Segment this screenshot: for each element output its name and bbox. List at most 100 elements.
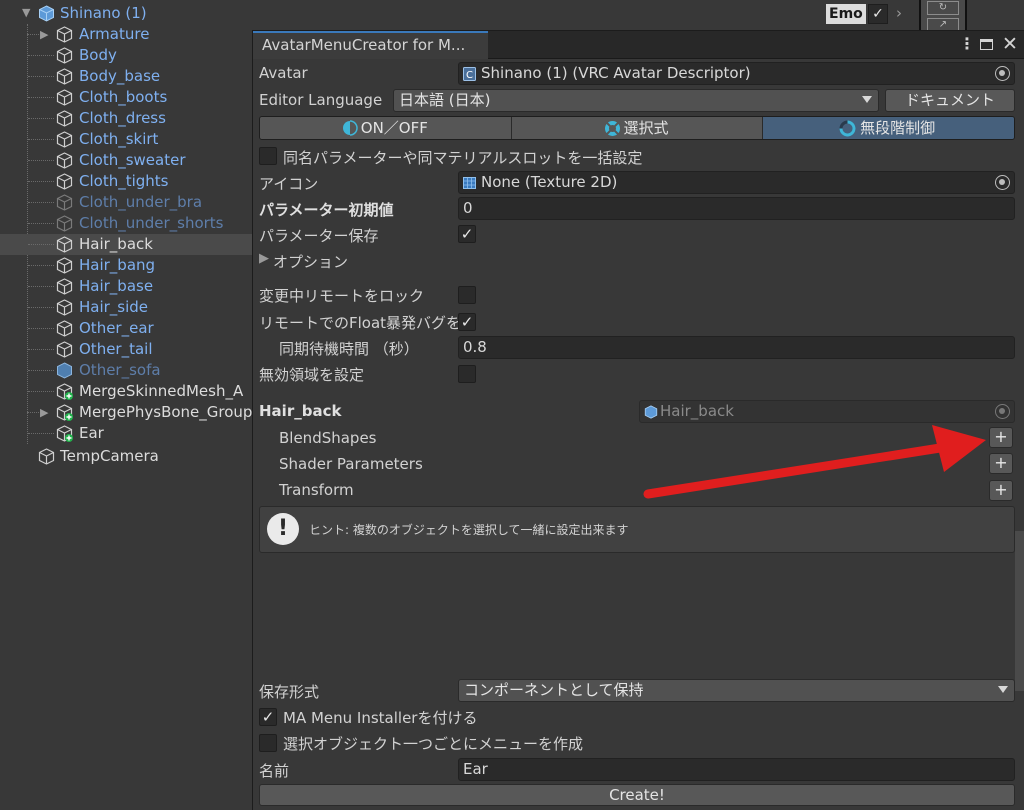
- create-button[interactable]: Create!: [259, 784, 1015, 806]
- texture-icon: [463, 177, 476, 189]
- shader-params-label: Shader Parameters: [279, 455, 423, 473]
- hierarchy-item-label: Hair_back: [79, 235, 153, 253]
- tree-connector: [28, 181, 54, 182]
- prefab-cube-icon: [39, 5, 54, 22]
- hierarchy-item-label: MergeSkinnedMesh_A: [79, 382, 244, 400]
- object-picker-icon[interactable]: [995, 404, 1010, 419]
- expand-arrow-icon[interactable]: ▼: [22, 6, 30, 19]
- window-tab[interactable]: AvatarMenuCreator for M...: [253, 31, 488, 59]
- gameobject-cube-icon: [56, 26, 73, 43]
- maximize-icon[interactable]: [980, 39, 993, 50]
- tree-connector: [28, 370, 54, 371]
- per-object-menu-checkbox[interactable]: [259, 734, 277, 752]
- hierarchy-item-label: Cloth_tights: [79, 172, 169, 190]
- options-foldout-arrow-icon[interactable]: ▶: [259, 251, 269, 266]
- tree-connector: [28, 433, 54, 434]
- options-foldout-label[interactable]: オプション: [273, 251, 348, 272]
- expand-arrow-icon[interactable]: ▶: [40, 406, 48, 419]
- hierarchy-item-label: Other_sofa: [79, 361, 161, 379]
- bulk-setting-checkbox[interactable]: [259, 147, 277, 165]
- name-input[interactable]: Ear: [458, 758, 1015, 781]
- hierarchy-item-label: Cloth_skirt: [79, 130, 159, 148]
- tree-connector: [28, 286, 54, 287]
- gameobject-cube-icon: [56, 257, 73, 274]
- sync-wait-label: 同期待機時間 （秒）: [279, 340, 419, 358]
- gameobject-cube-icon: [56, 110, 73, 127]
- hint-box: ! ヒント: 複数のオブジェクトを選択して一緒に設定出来ます: [259, 506, 1015, 553]
- hierarchy-item-label: Armature: [79, 25, 150, 43]
- select-mode-icon: [604, 121, 620, 136]
- gameobject-cube-icon: [56, 131, 73, 148]
- tree-connector: [28, 223, 54, 224]
- emo-toggle-checkbox[interactable]: ✓: [868, 4, 888, 24]
- tree-connector: [28, 265, 54, 266]
- hierarchy-item-label: Cloth_sweater: [79, 151, 186, 169]
- mode-onoff-button[interactable]: ON／OFF: [260, 117, 512, 139]
- editor-language-label: Editor Language: [259, 91, 383, 109]
- lock-remote-label: 変更中リモートをロック: [259, 287, 425, 305]
- name-label: 名前: [259, 762, 290, 780]
- ma-installer-checkbox[interactable]: ✓: [259, 708, 277, 726]
- documentation-button[interactable]: ドキュメント: [885, 89, 1015, 112]
- toggle-mode-icon: [343, 120, 358, 136]
- hierarchy-item-label: Ear: [79, 424, 104, 442]
- hierarchy-item-label: TempCamera: [60, 447, 159, 465]
- gameobject-cube-icon: [56, 341, 73, 358]
- hierarchy-item-label: MergePhysBone_Group: [79, 403, 253, 421]
- sync-wait-input[interactable]: 0.8: [458, 336, 1015, 359]
- tree-connector: [28, 97, 54, 98]
- kebab-menu-icon[interactable]: ⋮: [959, 34, 975, 53]
- param-save-label: パラメーター保存: [259, 227, 379, 245]
- blendshapes-label: BlendShapes: [279, 429, 377, 447]
- info-exclamation-icon: !: [267, 513, 299, 545]
- save-format-label: 保存形式: [259, 683, 320, 701]
- gameobject-cube-icon: [56, 68, 73, 85]
- per-object-menu-label: 選択オブジェクト一つごとにメニューを作成: [283, 735, 584, 753]
- lock-remote-checkbox[interactable]: [458, 286, 476, 304]
- mode-select-button[interactable]: 選択式: [511, 117, 764, 139]
- object-picker-icon[interactable]: [995, 175, 1010, 190]
- expand-arrow-icon[interactable]: ▶: [40, 28, 48, 41]
- object-reference-field[interactable]: Hair_back: [639, 400, 1015, 423]
- avatar-menu-creator-window: AvatarMenuCreator for M... ⋮ ✕ Avatar C …: [252, 30, 1024, 810]
- tree-connector: [28, 55, 54, 56]
- hierarchy-item-label: Other_ear: [79, 319, 154, 337]
- object-picker-icon[interactable]: [995, 66, 1010, 81]
- add-transform-button[interactable]: +: [989, 480, 1013, 501]
- gameobject-cube-icon: [56, 320, 73, 337]
- avatar-object-field[interactable]: C Shinano (1) (VRC Avatar Descriptor): [458, 62, 1015, 85]
- close-icon[interactable]: ✕: [1002, 33, 1018, 55]
- param-default-input[interactable]: 0: [458, 197, 1015, 220]
- icon-label: アイコン: [259, 175, 319, 193]
- hierarchy-item-label: Body_base: [79, 67, 161, 85]
- hierarchy-item-label: Cloth_boots: [79, 88, 168, 106]
- vertical-scrollbar[interactable]: [1015, 531, 1024, 691]
- window-titlebar: AvatarMenuCreator for M... ⋮ ✕: [253, 31, 1024, 59]
- icon-texture-field[interactable]: None (Texture 2D): [458, 171, 1015, 194]
- svg-text:C: C: [466, 70, 473, 81]
- param-save-checkbox[interactable]: ✓: [458, 225, 476, 243]
- rotate-tool-icon[interactable]: ↻: [927, 1, 959, 15]
- object-reference-value: Hair_back: [660, 402, 734, 420]
- radial-mode-icon: [839, 120, 856, 137]
- mode-selector: ON／OFF 選択式 無段階制御: [259, 116, 1015, 140]
- icon-texture-value: None (Texture 2D): [481, 173, 618, 191]
- editor-language-value: 日本語 (日本): [399, 91, 491, 109]
- float-bug-checkbox[interactable]: ✓: [458, 313, 476, 331]
- param-default-label: パラメーター初期値: [259, 201, 394, 219]
- add-blendshape-button[interactable]: +: [989, 427, 1013, 448]
- save-format-dropdown[interactable]: コンポーネントとして保持: [458, 679, 1015, 702]
- hierarchy-item-label: Body: [79, 46, 117, 64]
- add-shader-param-button[interactable]: +: [989, 453, 1013, 474]
- mode-radial-button[interactable]: 無段階制御: [763, 117, 1014, 139]
- float-bug-label: リモートでのFloat暴発バグを防: [259, 314, 477, 332]
- object-title: Hair_back: [259, 402, 342, 420]
- avatar-label: Avatar: [259, 64, 308, 82]
- gameobject-cube-icon: [644, 405, 658, 419]
- ma-installer-label: MA Menu Installerを付ける: [283, 709, 478, 727]
- chevron-right-icon[interactable]: ›: [896, 4, 902, 22]
- gameobject-cube-icon: [56, 278, 73, 295]
- editor-language-dropdown[interactable]: 日本語 (日本): [393, 89, 879, 112]
- gameobject-cube-icon: [56, 194, 73, 211]
- invalid-region-checkbox[interactable]: [458, 365, 476, 383]
